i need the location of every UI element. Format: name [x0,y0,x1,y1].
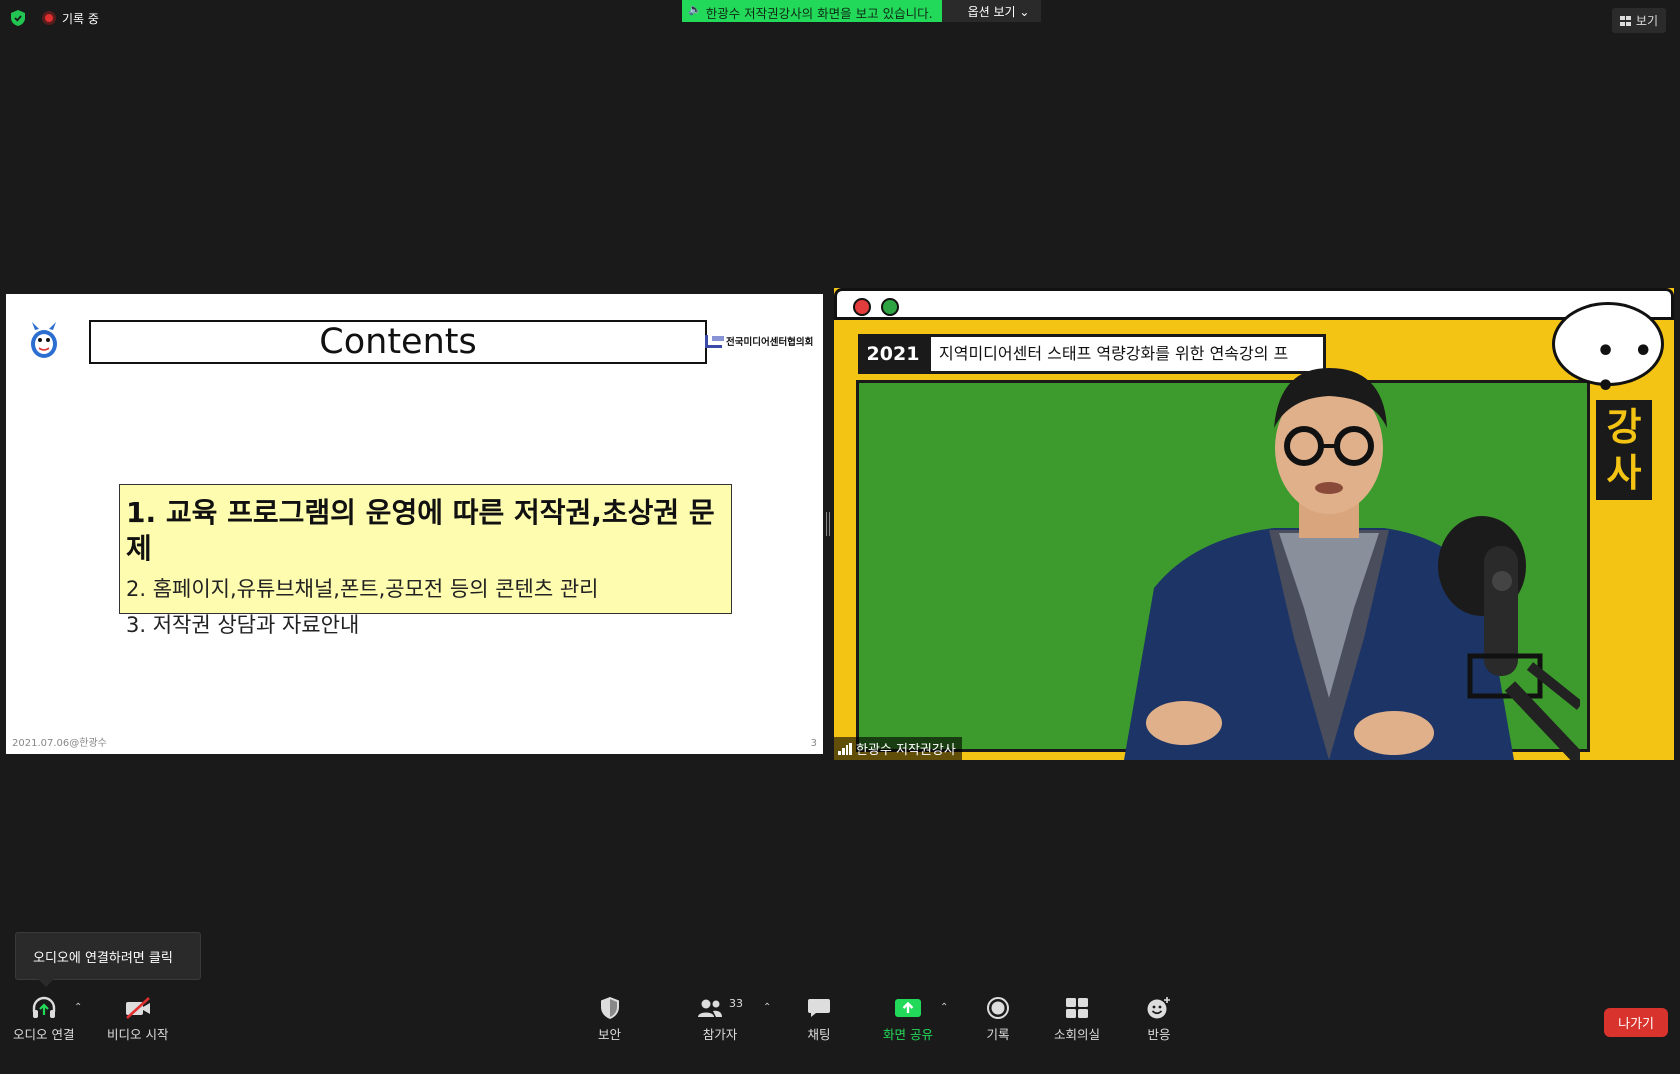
participants-caret-icon[interactable]: ⌃ [763,1002,771,1013]
start-video-button[interactable]: 비디오 시작 [107,994,168,1043]
share-banner-text: 한광수 저작권강사의 화면을 보고 있습니다. [705,6,933,21]
top-status: 기록 중 [10,9,99,27]
share-screen-button[interactable]: 화면 공유 [883,994,933,1043]
share-banner-text-wrap: 🔈 한광수 저작권강사의 화면을 보고 있습니다. [682,0,942,22]
leave-meeting-button[interactable]: 나가기 [1604,1008,1668,1037]
contents-item-1: 1. 교육 프로그램의 운영에 따른 저작권,초상권 문제 [126,496,715,565]
gallery-grid-icon [1619,15,1631,26]
participants-label: 참가자 [702,1027,738,1042]
security-shield-icon[interactable] [10,9,26,27]
shield-icon [599,994,621,1022]
record-label: 기록 [986,1027,1010,1042]
breakout-rooms-button[interactable]: 소회의실 [1054,994,1100,1043]
video-window-titlebar [834,288,1674,320]
share-caret-icon[interactable]: ⌃ [940,1002,948,1013]
audio-connect-label: 오디오 연결 [13,1027,75,1042]
org-mark-icon [705,334,724,348]
breakout-rooms-icon [1065,994,1089,1022]
view-button[interactable]: 보기 [1611,8,1666,33]
slide-title: Contents [89,320,707,364]
participant-name-tag: 한광수 저작권강사 [834,737,962,760]
contents-item-2: 2. 홈페이지,유튜브채널,폰트,공모전 등의 콘텐츠 관리 [126,577,599,601]
participants-button[interactable]: 33 참가자 [697,994,743,1043]
security-label: 보안 [598,1027,622,1042]
record-icon [986,994,1010,1022]
audio-caret-icon[interactable]: ⌃ [74,1002,82,1013]
speaker-video[interactable]: 2021 지역미디어센터 스태프 역량강화를 위한 연속강의 프 • • • 강… [834,288,1674,760]
org-name: 전국미디어센터협의회 [726,337,814,348]
audio-connect-button[interactable]: 오디오 연결 [13,994,74,1043]
recording-indicator[interactable]: 기록 중 [42,10,99,27]
reaction-emoji-icon [1146,994,1172,1022]
chat-label: 채팅 [807,1027,831,1042]
reactions-button[interactable]: 반응 [1146,994,1172,1043]
audio-tooltip: 오디오에 연결하려면 클릭 [15,932,201,987]
record-dot-icon [42,11,56,25]
red-dot-icon [853,298,871,316]
slide-footer: 2021.07.06@한광수 [12,738,107,749]
participants-icon: 33 [697,994,743,1022]
slide-page-number: 3 [810,738,817,749]
participant-name: 한광수 저작권강사 [856,743,956,758]
video-year-tag: 2021 [858,334,928,374]
green-dot-icon [881,298,899,316]
contents-list: 1. 교육 프로그램의 운영에 따른 저작권,초상권 문제 2. 홈페이지,유튜… [119,484,732,637]
split-resize-handle[interactable] [826,512,830,536]
recording-label: 기록 중 [62,11,99,26]
contents-item-3: 3. 저작권 상담과 자료안내 [126,613,360,637]
meeting-toolbar: 오디오 연결 ⌃ 비디오 시작 보안 33 참가자 ⌃ 채팅 화면 공유 ⌃ 기… [0,994,1680,1074]
start-video-label: 비디오 시작 [107,1027,169,1042]
share-screen-label: 화면 공유 [883,1027,933,1042]
share-banner: 🔈 한광수 저작권강사의 화면을 보고 있습니다. 옵션 보기 ⌄ [682,0,1042,22]
speaker-icon: 🔈 [688,3,702,16]
view-button-label: 보기 [1635,14,1658,28]
reactions-label: 반응 [1147,1027,1171,1042]
breakout-rooms-label: 소회의실 [1054,1027,1101,1042]
video-side-label: 강사 [1596,400,1652,500]
security-button[interactable]: 보안 [598,994,621,1043]
headphone-icon [31,994,57,1022]
microphone [1438,516,1580,760]
mascot-logo [31,322,57,358]
share-screen-icon [894,994,922,1022]
chat-button[interactable]: 채팅 [807,994,831,1043]
participants-count: 33 [729,996,743,1010]
signal-bars-icon [838,742,852,755]
shared-slide: Contents 전국미디어센터협의회 1. 교육 프로그램의 운영에 따른 저… [6,294,823,754]
bubble-dots: • • • [1596,334,1657,404]
record-button[interactable]: 기록 [986,994,1010,1043]
org-logo: 전국미디어센터협의회 [705,334,813,348]
video-off-icon [124,994,152,1022]
view-options-button[interactable]: 옵션 보기 ⌄ [941,0,1042,22]
chat-icon [807,994,831,1022]
